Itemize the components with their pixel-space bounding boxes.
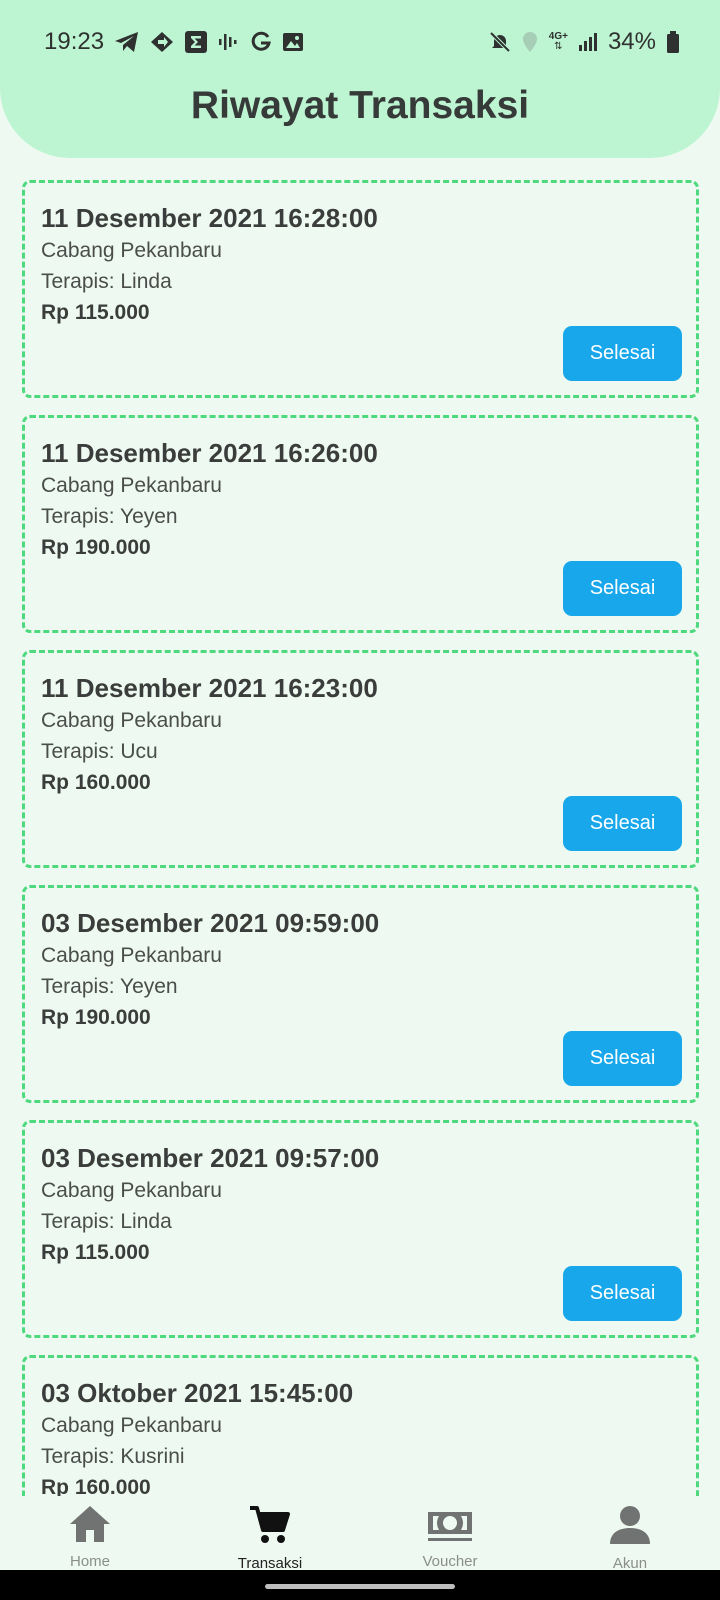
- nav-item-voucher[interactable]: Voucher: [360, 1496, 540, 1570]
- transaction-date: 03 Desember 2021 09:57:00: [41, 1143, 380, 1173]
- direction-icon: [150, 28, 174, 56]
- nav-label-voucher: Voucher: [422, 1553, 478, 1570]
- battery-icon: [666, 28, 680, 56]
- transaction-price: Rp 190.000: [41, 536, 151, 559]
- status-time: 19:23: [44, 28, 105, 55]
- transaction-card[interactable]: 03 Desember 2021 09:57:00 Cabang Pekanbar…: [22, 1120, 699, 1338]
- transaction-therapist: Terapis: Linda: [41, 1210, 172, 1233]
- voice-icon: [218, 28, 240, 56]
- status-selesai-button[interactable]: Selesai: [563, 1031, 682, 1086]
- sigma-app-icon: [184, 28, 208, 56]
- account-icon: [608, 1504, 652, 1551]
- transaction-therapist: Terapis: Linda: [41, 270, 172, 293]
- transaction-branch: Cabang Pekanbaru: [41, 944, 222, 967]
- transaction-branch: Cabang Pekanbaru: [41, 474, 222, 497]
- status-selesai-button[interactable]: Selesai: [563, 326, 682, 381]
- transaction-price: Rp 115.000: [41, 301, 150, 324]
- nav-item-home[interactable]: Home: [0, 1496, 180, 1570]
- nav-item-akun[interactable]: Akun: [540, 1496, 720, 1572]
- voucher-icon: [425, 1504, 475, 1549]
- transaction-therapist: Terapis: Ucu: [41, 740, 158, 763]
- transaction-card[interactable]: 03 Oktober 2021 15:45:00 Cabang Pekanbaru…: [22, 1355, 699, 1496]
- transaction-therapist: Terapis: Yeyen: [41, 975, 178, 998]
- data-arrows-icon: ⇅: [554, 41, 563, 52]
- status-selesai-button[interactable]: Selesai: [563, 561, 682, 616]
- transaction-date: 03 Oktober 2021 15:45:00: [41, 1378, 354, 1408]
- transaction-date: 03 Desember 2021 09:59:00: [41, 908, 380, 938]
- home-indicator[interactable]: [265, 1584, 455, 1589]
- battery-percent: 34%: [607, 28, 656, 55]
- transaction-date: 11 Desember 2021 16:23:00: [41, 673, 378, 703]
- transaction-card[interactable]: 11 Desember 2021 16:28:00 Cabang Pekanbar…: [22, 180, 699, 398]
- telegram-icon: [114, 28, 140, 56]
- gallery-icon: [282, 28, 304, 56]
- transaction-branch: Cabang Pekanbaru: [41, 1414, 222, 1437]
- network-icon: 4G+ ⇅: [549, 28, 568, 56]
- nav-item-transaksi[interactable]: Transaksi: [180, 1496, 360, 1572]
- transaction-card[interactable]: 11 Desember 2021 16:26:00 Cabang Pekanbar…: [22, 415, 699, 633]
- nav-label-home: Home: [69, 1553, 110, 1570]
- google-icon: [250, 28, 272, 56]
- transaction-therapist: Terapis: Yeyen: [41, 505, 178, 528]
- transaction-date: 11 Desember 2021 16:26:00: [41, 438, 378, 468]
- transaction-branch: Cabang Pekanbaru: [41, 1179, 222, 1202]
- transaction-price: Rp 115.000: [41, 1241, 150, 1264]
- transaction-therapist: Terapis: Kusrini: [41, 1445, 185, 1468]
- transaction-branch: Cabang Pekanbaru: [41, 239, 222, 262]
- transaction-branch: Cabang Pekanbaru: [41, 709, 222, 732]
- transaction-list[interactable]: 11 Desember 2021 16:28:00 Cabang Pekanbar…: [22, 180, 699, 1496]
- header: 19:23 4G+ ⇅ 34% Riwayat Transaksi: [0, 0, 720, 158]
- status-bar-left: 19:23: [44, 28, 304, 56]
- gesture-bar: [0, 1570, 720, 1600]
- cart-icon: [248, 1504, 292, 1551]
- transaction-card[interactable]: 03 Desember 2021 09:59:00 Cabang Pekanbar…: [22, 885, 699, 1103]
- home-icon: [68, 1504, 112, 1549]
- transaction-price: Rp 160.000: [41, 1476, 151, 1496]
- bottom-nav: Home Transaksi Voucher Akun: [0, 1496, 720, 1572]
- transaction-price: Rp 190.000: [41, 1006, 151, 1029]
- status-bar-right: 4G+ ⇅ 34%: [489, 28, 680, 56]
- transaction-price: Rp 160.000: [41, 771, 151, 794]
- location-icon: [521, 28, 539, 56]
- transaction-card[interactable]: 11 Desember 2021 16:23:00 Cabang Pekanbar…: [22, 650, 699, 868]
- transaction-date: 11 Desember 2021 16:28:00: [41, 203, 378, 233]
- status-selesai-button[interactable]: Selesai: [563, 796, 682, 851]
- status-bar: 19:23 4G+ ⇅ 34%: [0, 20, 720, 64]
- signal-icon: [578, 28, 598, 56]
- mute-icon: [489, 28, 511, 56]
- status-selesai-button[interactable]: Selesai: [563, 1266, 682, 1321]
- page-title: Riwayat Transaksi: [190, 84, 530, 127]
